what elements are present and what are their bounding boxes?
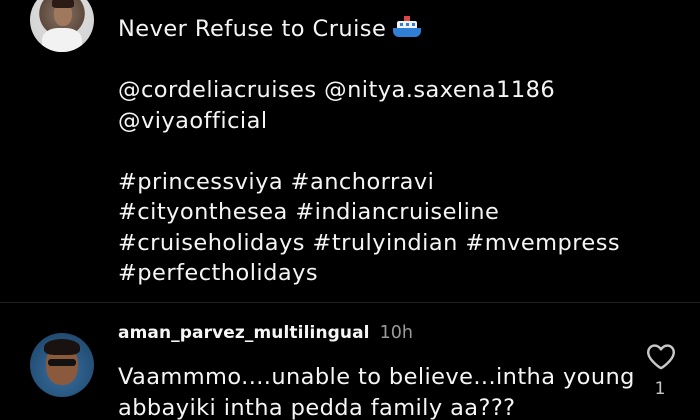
caption-hashtags-3[interactable]: #cruiseholidays #trulyindian #mvempress xyxy=(118,228,678,259)
caption-mentions-2[interactable]: @viyaofficial xyxy=(118,106,678,137)
caption-hashtags-1[interactable]: #princessviya #anchorravi xyxy=(118,167,678,198)
caption-mentions-1[interactable]: @cordeliacruises @nitya.saxena1186 xyxy=(118,75,678,106)
comment-text-line-2: abbayiki intha pedda family aa??? xyxy=(118,394,516,420)
comment-item: aman_parvez_multilingual 10h Vaammmo....u… xyxy=(0,303,700,420)
avatar-hair xyxy=(52,0,74,8)
commenter-avatar[interactable] xyxy=(30,333,94,397)
heart-outline-icon[interactable] xyxy=(644,339,678,373)
avatar-shirt xyxy=(42,28,82,52)
comment-meta: aman_parvez_multilingual 10h xyxy=(118,322,413,344)
like-count: 1 xyxy=(654,379,666,399)
post-author-avatar[interactable] xyxy=(30,0,94,52)
avatar-hair xyxy=(44,339,80,355)
caption-text: Never Refuse to Cruise @cordeliacruises … xyxy=(118,14,678,289)
caption-title: Never Refuse to Cruise xyxy=(118,16,387,42)
heart-svg xyxy=(647,344,675,370)
caption-title-line: Never Refuse to Cruise xyxy=(118,14,678,45)
comment-text-line-1: Vaammmo....unable to believe...intha you… xyxy=(118,364,635,390)
comment-username[interactable]: aman_parvez_multilingual xyxy=(118,323,370,343)
caption-hashtags-2[interactable]: #cityonthesea #indiancruiseline xyxy=(118,197,678,228)
ship-icon xyxy=(392,15,422,39)
post-caption: Never Refuse to Cruise @cordeliacruises … xyxy=(0,0,700,302)
comment-timestamp: 10h xyxy=(379,323,413,343)
caption-hashtags-4[interactable]: #perfectholidays xyxy=(118,258,678,289)
comment-text: Vaammmo....unable to believe...intha you… xyxy=(118,362,638,420)
avatar-sunglasses xyxy=(48,359,76,366)
